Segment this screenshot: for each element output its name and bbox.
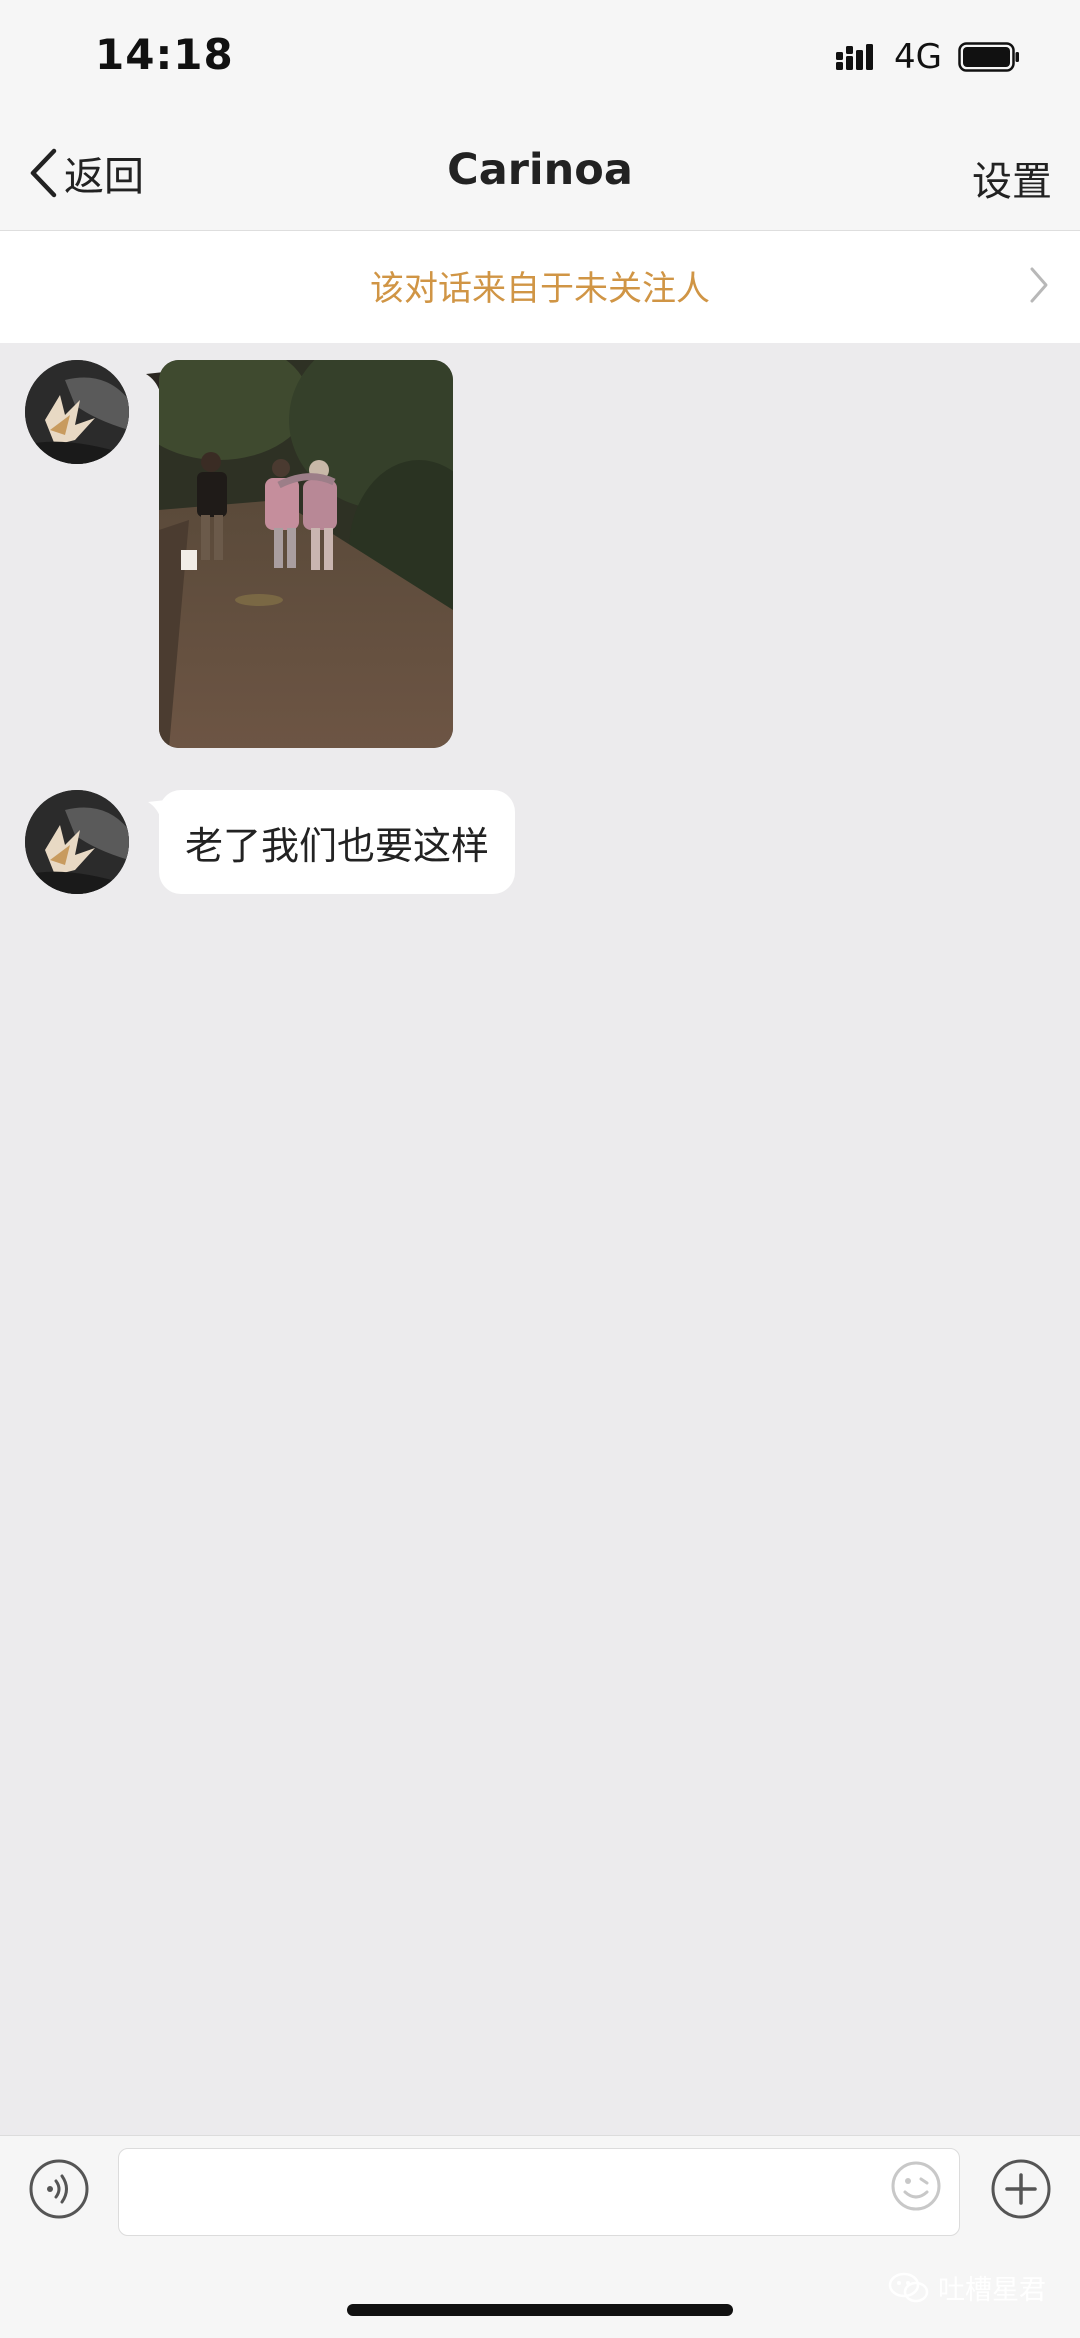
voice-icon[interactable] bbox=[28, 2158, 90, 2220]
watermark-text: 吐槽星君 bbox=[938, 2275, 1046, 2306]
settings-button[interactable]: 设置 bbox=[972, 149, 1052, 207]
avatar[interactable] bbox=[25, 360, 129, 464]
photo-icon bbox=[159, 360, 453, 748]
chevron-right-icon bbox=[1030, 267, 1048, 303]
plus-icon[interactable] bbox=[990, 2158, 1052, 2220]
message-text: 老了我们也要这样 bbox=[185, 823, 490, 868]
home-indicator[interactable] bbox=[347, 2304, 733, 2316]
input-bar bbox=[0, 2135, 1080, 2338]
network-type: 4G bbox=[894, 37, 942, 77]
status-bar: 14:18 4G bbox=[0, 0, 1080, 115]
emoji-icon[interactable] bbox=[890, 2160, 942, 2212]
message-input[interactable] bbox=[118, 2148, 960, 2236]
watermark: 吐槽星君 bbox=[888, 2268, 1046, 2307]
notice-text: 该对话来自于未关注人 bbox=[370, 269, 710, 309]
stranger-notice-banner[interactable]: 该对话来自于未关注人 bbox=[0, 231, 1080, 343]
image-message[interactable] bbox=[159, 360, 453, 748]
page-title: Carinoa bbox=[447, 145, 633, 195]
text-message[interactable]: 老了我们也要这样 bbox=[159, 790, 516, 894]
status-time: 14:18 bbox=[95, 30, 234, 79]
signal-icon bbox=[836, 44, 873, 70]
battery-icon bbox=[958, 42, 1019, 72]
avatar[interactable] bbox=[25, 790, 129, 894]
nav-bar: 返回 Carinoa 设置 bbox=[0, 115, 1080, 231]
wechat-icon bbox=[888, 2272, 929, 2302]
